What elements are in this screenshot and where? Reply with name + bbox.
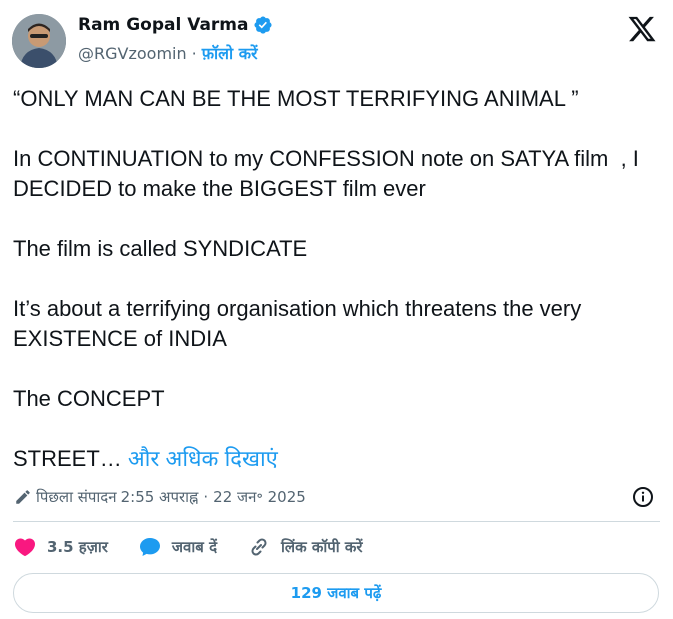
tweet-header: Ram Gopal Varma @RGVzoomin · फ़ॉलो करें bbox=[12, 12, 661, 70]
separator-dot: · bbox=[191, 43, 197, 63]
reply-button[interactable]: जवाब दें bbox=[138, 535, 217, 559]
heart-icon bbox=[14, 538, 36, 557]
author-handle-row: @RGVzoomin · फ़ॉलो करें bbox=[78, 42, 258, 64]
tweet-time[interactable]: 2:55 अपराह्न bbox=[121, 487, 199, 507]
read-replies-button[interactable]: 129 जवाब पढ़ें bbox=[13, 573, 659, 613]
reply-label: जवाब दें bbox=[171, 538, 218, 556]
action-bar: 3.5 हज़ार जवाब दें लिंक कॉपी करें bbox=[13, 533, 660, 561]
copy-link-label: लिंक कॉपी करें bbox=[281, 538, 363, 556]
divider bbox=[13, 521, 660, 522]
avatar-image bbox=[12, 14, 66, 68]
link-icon bbox=[251, 538, 267, 556]
like-count: 3.5 हज़ार bbox=[47, 538, 108, 556]
author-name-row: Ram Gopal Varma bbox=[78, 15, 273, 35]
tweet-body: “ONLY MAN CAN BE THE MOST TERRIFYING ANI… bbox=[13, 86, 639, 471]
info-icon[interactable] bbox=[631, 485, 655, 509]
tweet-meta: पिछला संपादन 2:55 अपराह्न · 22 जन॰ 2025 bbox=[14, 485, 659, 509]
tweet-text: “ONLY MAN CAN BE THE MOST TERRIFYING ANI… bbox=[13, 84, 653, 474]
show-more-link[interactable]: और अधिक दिखाएं bbox=[128, 446, 278, 471]
x-logo-icon[interactable] bbox=[627, 14, 657, 44]
pencil-icon bbox=[16, 490, 30, 504]
follow-button[interactable]: फ़ॉलो करें bbox=[202, 42, 258, 64]
author-handle[interactable]: @RGVzoomin bbox=[78, 44, 187, 63]
copy-link-button[interactable]: लिंक कॉपी करें bbox=[247, 535, 363, 559]
meta-separator: · bbox=[203, 488, 209, 506]
verified-badge-icon bbox=[254, 16, 273, 34]
author-name[interactable]: Ram Gopal Varma bbox=[78, 15, 248, 35]
like-button[interactable]: 3.5 हज़ार bbox=[13, 535, 108, 559]
avatar[interactable] bbox=[12, 14, 66, 68]
edited-label[interactable]: पिछला संपादन bbox=[36, 487, 117, 507]
tweet-date[interactable]: 22 जन॰ 2025 bbox=[213, 487, 306, 507]
reply-bubble-icon bbox=[139, 538, 160, 556]
